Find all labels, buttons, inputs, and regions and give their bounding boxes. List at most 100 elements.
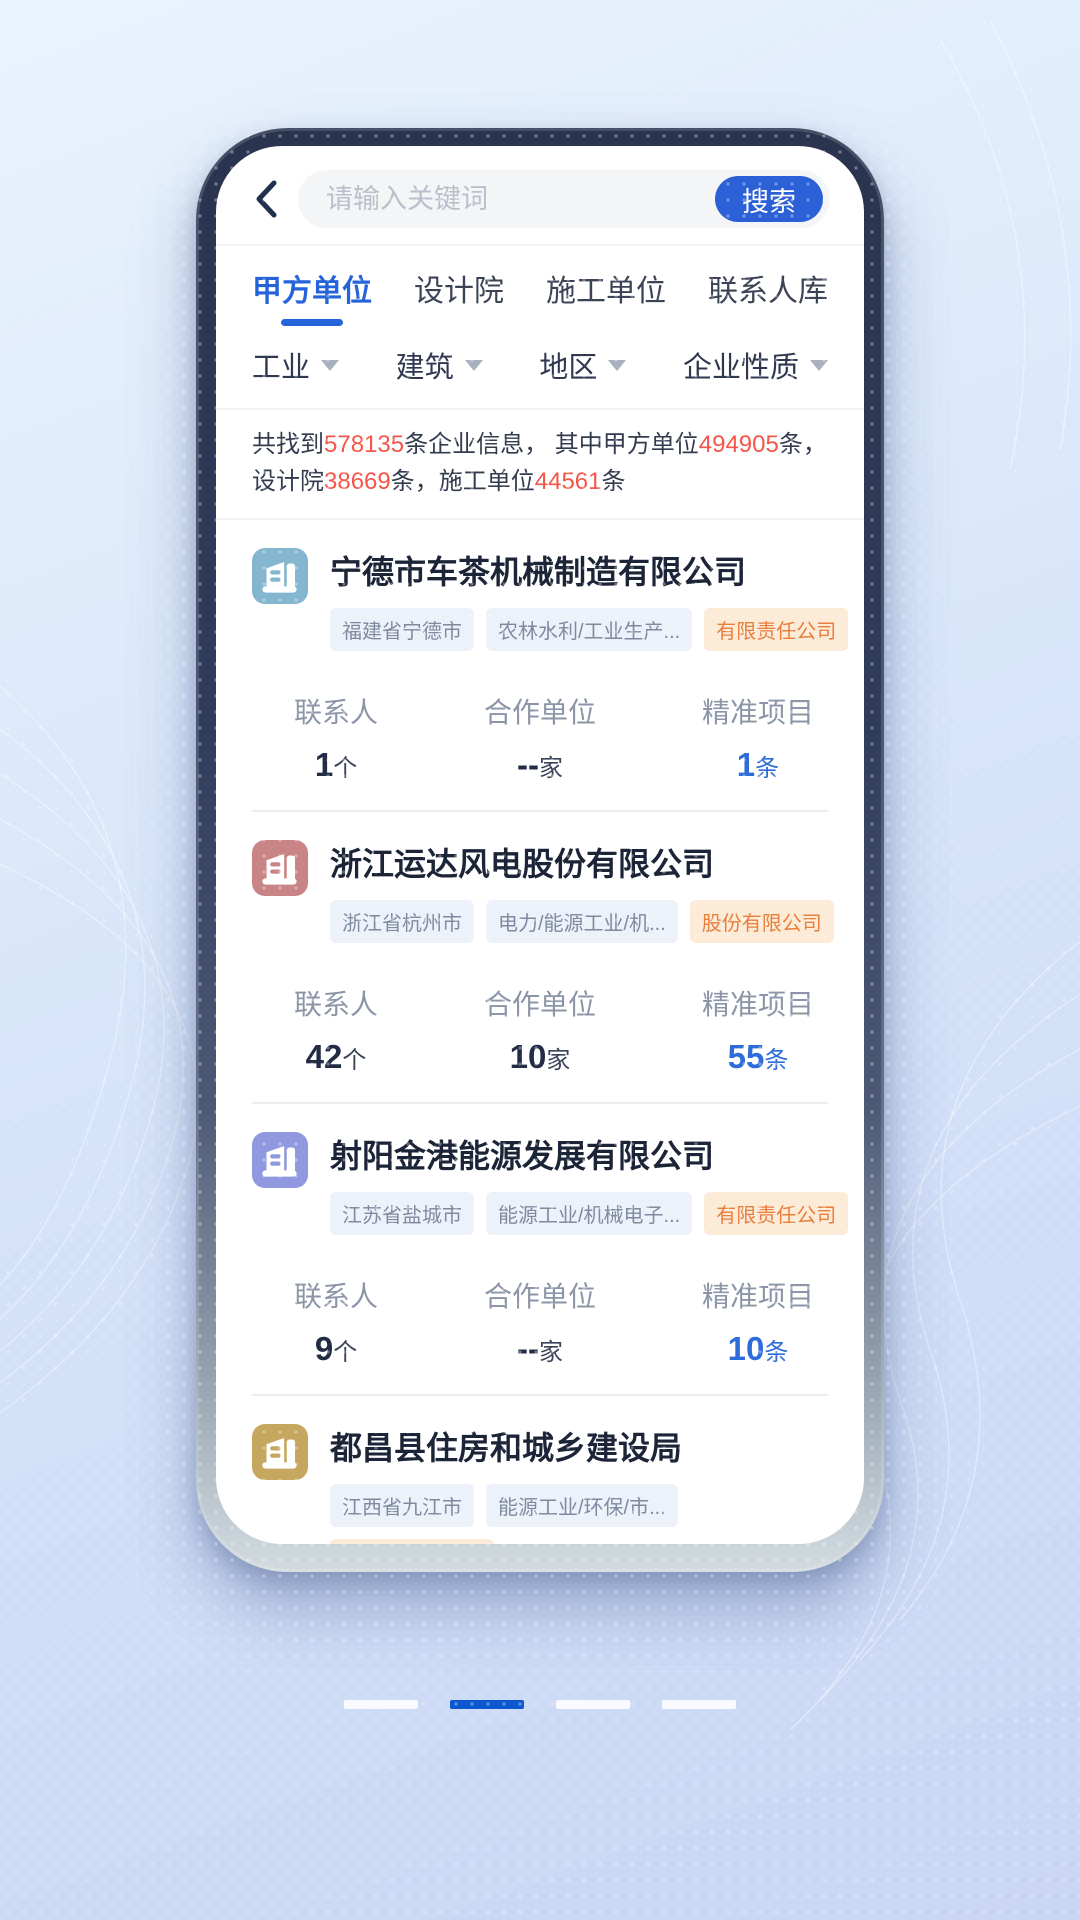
company-tags: 江苏省盐城市能源工业/机械电子...有限责任公司 [330,1192,828,1235]
company-tags: 江西省九江市能源工业/环保/市... 政府及事业单位 [330,1484,828,1544]
company-stats: 联系人 42个 合作单位 10家 精准项目 55条 [252,983,828,1076]
filter-dropdown[interactable]: 企业性质 [683,344,828,386]
pagination-dash[interactable] [556,1700,630,1709]
pagination-dash[interactable] [450,1700,524,1709]
company-tag: 能源工业/环保/市... [486,1484,678,1527]
back-button[interactable] [244,177,288,221]
stat-label: 精准项目 [702,983,814,1023]
phone-mockup: 搜索 甲方单位 设计院 施工单位 联系人库 工业 建筑 地区 企业性质 共找到5… [196,128,884,1572]
summary-count: 578135 [324,431,404,458]
tab-active-underline [428,319,490,326]
search-box[interactable]: 搜索 [298,170,830,228]
tag-row: 江西省九江市能源工业/环保/市... [330,1484,828,1527]
tag-row: 浙江省杭州市电力/能源工业/机...股份有限公司 [330,900,828,943]
building-icon [252,1132,308,1188]
tab[interactable]: 设计院 [414,246,504,334]
stat-value: 10家 [510,1038,571,1076]
building-icon [252,1424,308,1480]
stat-partners: 合作单位 --家 [484,1275,596,1368]
pagination-dash[interactable] [662,1700,736,1709]
caret-down-icon [465,360,483,371]
stat-projects: 精准项目 55条 [702,983,814,1076]
summary-segment: 条，施工单位 [391,468,535,495]
company-tag: 能源工业/机械电子... [486,1192,692,1235]
caret-down-icon [608,360,626,371]
company-card[interactable]: 都昌县住房和城乡建设局 江西省九江市能源工业/环保/市...政府及事业单位 联系… [252,1396,828,1544]
company-card[interactable]: 浙江运达风电股份有限公司 浙江省杭州市电力/能源工业/机...股份有限公司 联系… [252,812,828,1104]
building-icon [252,548,308,604]
filter-dropdown[interactable]: 地区 [539,344,626,386]
tab[interactable]: 甲方单位 [252,246,372,334]
stat-value: 1个 [315,746,357,784]
company-tags: 浙江省杭州市电力/能源工业/机...股份有限公司 [330,900,828,943]
company-tag: 江苏省盐城市 [330,1192,474,1235]
search-header: 搜索 [216,146,864,244]
search-button[interactable]: 搜索 [715,176,823,222]
company-tag: 政府及事业单位 [330,1539,494,1544]
tag-row: 福建省宁德市农林水利/工业生产...有限责任公司 [330,608,828,651]
filter-label: 地区 [539,344,597,386]
company-tag: 浙江省杭州市 [330,900,474,943]
summary-segment: 共找到 [252,431,324,458]
result-summary: 共找到578135条企业信息， 其中甲方单位494905条，设计院38669条，… [216,408,864,520]
company-tag: 江西省九江市 [330,1484,474,1527]
filter-dropdown[interactable]: 建筑 [396,344,483,386]
stat-value: 10条 [728,1330,789,1368]
company-tag: 有限责任公司 [704,1192,848,1235]
company-tag: 农林水利/工业生产... [486,608,692,651]
stat-contacts: 联系人 9个 [294,1275,378,1368]
stat-projects: 精准项目 1条 [702,691,814,784]
stat-partners: 合作单位 --家 [484,691,596,784]
stat-label: 合作单位 [484,983,596,1023]
filter-dropdown[interactable]: 工业 [252,344,339,386]
tab[interactable]: 施工单位 [546,246,666,334]
tab-active-underline [575,319,637,326]
company-tag: 福建省宁德市 [330,608,474,651]
tab-label: 设计院 [414,266,504,310]
stat-partners: 合作单位 10家 [484,983,596,1076]
stat-contacts: 联系人 42个 [294,983,378,1076]
caret-down-icon [321,360,339,371]
summary-text: 共找到578135条企业信息， 其中甲方单位494905条，设计院38669条，… [252,431,827,495]
chevron-left-icon [255,180,277,218]
company-info: 射阳金港能源发展有限公司 江苏省盐城市能源工业/机械电子...有限责任公司 [330,1132,828,1247]
company-name: 都昌县住房和城乡建设局 [330,1428,828,1468]
tab-label: 施工单位 [546,266,666,310]
company-name: 浙江运达风电股份有限公司 [330,844,828,884]
company-stats: 联系人 1个 合作单位 --家 精准项目 1条 [252,691,828,784]
company-tags: 福建省宁德市农林水利/工业生产...有限责任公司 [330,608,828,651]
company-info: 宁德市车茶机械制造有限公司 福建省宁德市农林水利/工业生产...有限责任公司 [330,548,828,663]
stat-contacts: 联系人 1个 [294,691,378,784]
building-icon [252,840,308,896]
stat-label: 精准项目 [702,691,814,731]
stat-value: --家 [517,746,563,784]
company-card[interactable]: 射阳金港能源发展有限公司 江苏省盐城市能源工业/机械电子...有限责任公司 联系… [252,1104,828,1396]
stat-label: 合作单位 [484,1275,596,1315]
summary-segment: 条 [602,468,626,495]
carousel-pagination [0,1700,1080,1709]
tab-label: 联系人库 [708,266,828,310]
summary-segment: 条， [779,431,827,458]
company-name: 射阳金港能源发展有限公司 [330,1136,828,1176]
company-card[interactable]: 宁德市车茶机械制造有限公司 福建省宁德市农林水利/工业生产...有限责任公司 联… [252,520,828,812]
tab[interactable]: 联系人库 [708,246,828,334]
tab-active-underline [281,319,343,326]
search-input[interactable] [326,184,715,215]
company-tag: 有限责任公司 [704,608,848,651]
company-card-head: 宁德市车茶机械制造有限公司 福建省宁德市农林水利/工业生产...有限责任公司 [252,548,828,663]
stat-value: 1条 [737,746,779,784]
filter-label: 企业性质 [683,344,799,386]
company-tag: 股份有限公司 [690,900,834,943]
pagination-dash[interactable] [344,1700,418,1709]
summary-count: 494905 [699,431,779,458]
tab-label: 甲方单位 [252,266,372,310]
company-card-head: 都昌县住房和城乡建设局 江西省九江市能源工业/环保/市... 政府及事业单位 [252,1424,828,1544]
summary-segment: 设计院 [252,468,324,495]
stat-value: 55条 [728,1038,789,1076]
stat-label: 联系人 [294,691,378,731]
caret-down-icon [810,360,828,371]
company-name: 宁德市车茶机械制造有限公司 [330,552,828,592]
company-list: 宁德市车茶机械制造有限公司 福建省宁德市农林水利/工业生产...有限责任公司 联… [216,520,864,1544]
tag-row: 江苏省盐城市能源工业/机械电子...有限责任公司 [330,1192,828,1235]
filter-label: 建筑 [396,344,454,386]
